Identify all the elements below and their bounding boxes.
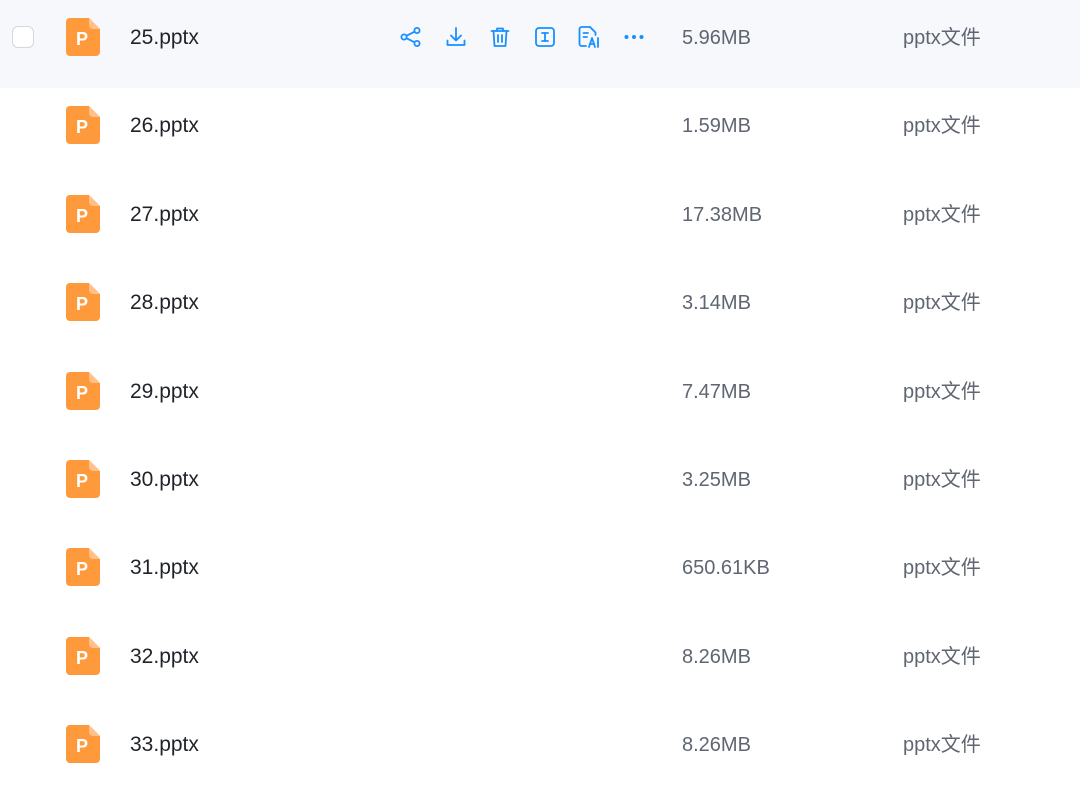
pptx-file-icon: P <box>66 725 100 764</box>
file-name[interactable]: 27.pptx <box>130 201 199 229</box>
file-row[interactable]: P 29.pptx 7.47MB pptx文件 <box>0 354 1080 442</box>
file-icon-letter: P <box>76 736 88 756</box>
file-icon-letter: P <box>76 471 88 491</box>
file-icon-letter: P <box>76 206 88 226</box>
file-name[interactable]: 33.pptx <box>130 731 199 759</box>
file-size: 7.47MB <box>682 380 751 403</box>
file-size: 1.59MB <box>682 115 751 138</box>
file-icon-letter: P <box>76 383 88 403</box>
pptx-file-icon: P <box>66 548 100 587</box>
rename-button[interactable]: rename-icon <box>530 22 560 52</box>
file-row[interactable]: P 31.pptx 650.61KB pptx文件 <box>0 530 1080 618</box>
download-button[interactable]: download-icon <box>441 22 471 52</box>
pptx-file-icon: P <box>66 283 100 322</box>
file-icon-letter: P <box>76 294 88 314</box>
pptx-file-icon: P <box>66 459 100 498</box>
file-size: 3.25MB <box>682 468 751 491</box>
file-type: pptx文件 <box>903 292 981 315</box>
pptx-file-icon: P <box>66 106 100 145</box>
ai-summary-button[interactable]: ai-summary-icon <box>574 22 604 52</box>
file-name[interactable]: 32.pptx <box>130 643 199 671</box>
file-size: 650.61KB <box>682 557 770 580</box>
file-row[interactable]: P 28.pptx 3.14MB pptx文件 <box>0 265 1080 353</box>
file-name[interactable]: 25.pptx <box>130 24 199 52</box>
file-size: 8.26MB <box>682 734 751 757</box>
file-type: pptx文件 <box>903 380 981 403</box>
more-button[interactable]: more-icon <box>619 22 649 52</box>
file-list: P 25.pptx share-icon download-icon delete-ic… <box>0 0 1080 807</box>
share-button[interactable]: share-icon <box>396 22 426 52</box>
file-type: pptx文件 <box>903 557 981 580</box>
file-name[interactable]: 31.pptx <box>130 554 199 582</box>
file-size: 3.14MB <box>682 292 751 315</box>
file-type: pptx文件 <box>903 468 981 491</box>
file-type: pptx文件 <box>903 645 981 668</box>
file-row[interactable]: P 27.pptx 17.38MB pptx文件 <box>0 177 1080 265</box>
file-type: pptx文件 <box>903 115 981 138</box>
delete-button[interactable]: delete-icon <box>485 22 515 52</box>
file-row[interactable]: P 26.pptx 1.59MB pptx文件 <box>0 88 1080 176</box>
file-icon-letter: P <box>76 648 88 668</box>
file-icon-letter: P <box>76 559 88 579</box>
pptx-file-icon: P <box>66 194 100 233</box>
row-actions: share-icon download-icon delete-icon rename… <box>396 22 663 52</box>
file-type: pptx文件 <box>903 734 981 757</box>
file-size: 17.38MB <box>682 203 763 226</box>
file-name[interactable]: 28.pptx <box>130 289 199 317</box>
file-row[interactable]: P 30.pptx 3.25MB pptx文件 <box>0 442 1080 530</box>
row-checkbox[interactable] <box>12 26 34 48</box>
file-name[interactable]: 26.pptx <box>130 112 199 140</box>
pptx-file-icon: P <box>66 18 100 56</box>
file-size: 8.26MB <box>682 645 751 668</box>
file-row[interactable]: P 32.pptx 8.26MB pptx文件 <box>0 619 1080 707</box>
file-type: pptx文件 <box>903 27 981 49</box>
file-icon-letter: P <box>76 117 88 137</box>
file-name[interactable]: 29.pptx <box>130 378 199 406</box>
file-row[interactable]: P 25.pptx share-icon download-icon delete-ic… <box>0 0 1080 89</box>
file-size: 5.96MB <box>682 27 751 49</box>
pptx-file-icon: P <box>66 371 100 410</box>
file-icon-letter: P <box>76 29 88 49</box>
file-name[interactable]: 30.pptx <box>130 466 199 494</box>
file-row[interactable]: P 33.pptx 8.26MB pptx文件 <box>0 707 1080 795</box>
file-type: pptx文件 <box>903 203 981 226</box>
pptx-file-icon: P <box>66 636 100 675</box>
